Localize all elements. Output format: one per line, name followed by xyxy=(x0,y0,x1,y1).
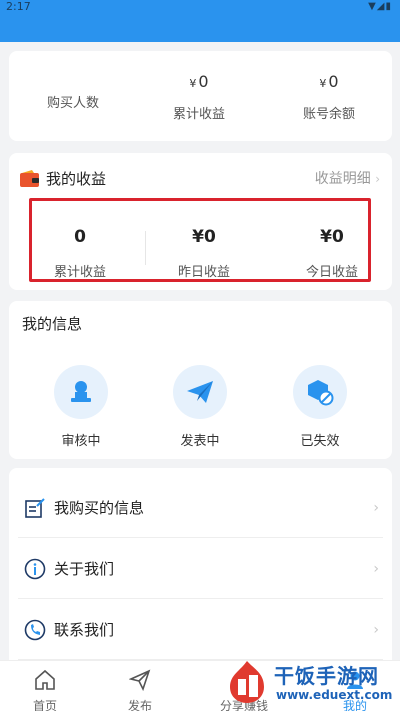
stats-card: 购买人数 ¥0 累计收益 ¥0 账号余额 xyxy=(9,51,392,141)
tab-label: 首页 xyxy=(32,699,57,711)
home-icon xyxy=(35,669,55,690)
earnings-card: 我的收益 收益明细 › 0 累计收益 ¥0 昨日收益 ¥0 今日收益 xyxy=(9,153,392,290)
menu-item-label: 联系我们 xyxy=(54,621,115,639)
earnings-detail-link[interactable]: 收益明细 › xyxy=(315,168,380,188)
earnings-highlight-box: 0 累计收益 ¥0 昨日收益 ¥0 今日收益 xyxy=(29,198,371,282)
watermark-url: www.eduext.com xyxy=(276,688,393,702)
watermark: 干饭手游网 www.eduext.com xyxy=(224,655,400,711)
chevron-right-icon: › xyxy=(373,621,379,638)
info-item-label: 审核中 xyxy=(61,434,101,449)
my-info-title: 我的信息 xyxy=(22,315,83,333)
earnings-today-value: ¥0 xyxy=(320,227,344,247)
send-icon xyxy=(128,669,151,692)
edit-note-icon xyxy=(24,497,46,519)
earnings-yesterday-value: ¥0 xyxy=(192,227,216,247)
menu-item-about[interactable]: 关于我们 › xyxy=(18,539,383,599)
total-income-value: ¥0 xyxy=(189,72,209,91)
earnings-total[interactable]: 0 累计收益 xyxy=(30,201,130,280)
earnings-header: 我的收益 xyxy=(20,167,106,189)
total-income-stat[interactable]: ¥0 累计收益 xyxy=(139,72,259,122)
tab-publish[interactable]: 发布 xyxy=(110,669,170,711)
earnings-yesterday-label: 昨日收益 xyxy=(177,265,230,280)
earnings-total-value: 0 xyxy=(74,227,86,247)
total-income-label: 累计收益 xyxy=(172,107,225,122)
balance-stat[interactable]: ¥0 账号余额 xyxy=(269,72,389,122)
wallet-icon xyxy=(20,169,40,187)
earnings-title: 我的收益 xyxy=(46,169,107,188)
watermark-logo-icon xyxy=(230,661,264,703)
menu-item-label: 关于我们 xyxy=(54,560,115,578)
menu-item-label: 我购买的信息 xyxy=(54,499,145,517)
system-icons: ▼◢▮ xyxy=(368,1,392,12)
earnings-yesterday[interactable]: ¥0 昨日收益 xyxy=(154,201,254,280)
info-item-reviewing[interactable]: 审核中 xyxy=(41,365,121,449)
balance-value: ¥0 xyxy=(319,72,339,91)
chevron-right-icon: › xyxy=(373,499,379,516)
info-item-label: 已失效 xyxy=(300,434,340,449)
chevron-right-icon: › xyxy=(375,172,380,186)
info-item-expired[interactable]: 已失效 xyxy=(280,365,360,449)
my-info-card: 我的信息 审核中 发表中 已失效 xyxy=(9,301,392,459)
tab-home[interactable]: 首页 xyxy=(15,669,75,711)
menu-card: 我购买的信息 › 关于我们 › 联系我们 › xyxy=(9,468,392,668)
user-stamp-icon xyxy=(54,365,108,419)
divider xyxy=(145,231,146,265)
tab-label: 发布 xyxy=(127,699,152,711)
info-item-publishing[interactable]: 发表中 xyxy=(160,365,240,449)
info-item-label: 发表中 xyxy=(180,434,220,449)
watermark-brand: 干饭手游网 xyxy=(274,664,379,688)
phone-icon xyxy=(24,619,46,641)
buyers-stat[interactable]: 购买人数 xyxy=(13,92,133,111)
buyers-label: 购买人数 xyxy=(46,96,99,111)
menu-item-contact[interactable]: 联系我们 › xyxy=(18,600,383,660)
earnings-total-label: 累计收益 xyxy=(53,265,106,280)
earnings-today-label: 今日收益 xyxy=(305,265,358,280)
earnings-today[interactable]: ¥0 今日收益 xyxy=(282,201,382,280)
info-icon xyxy=(24,558,46,580)
expired-icon xyxy=(293,365,347,419)
paper-plane-icon xyxy=(173,365,227,419)
chevron-right-icon: › xyxy=(373,560,379,577)
balance-label: 账号余额 xyxy=(302,107,355,122)
menu-item-purchased[interactable]: 我购买的信息 › xyxy=(18,478,383,538)
status-bar: 2:17 ▼◢▮ xyxy=(0,0,400,42)
status-time: 2:17 xyxy=(6,0,31,13)
